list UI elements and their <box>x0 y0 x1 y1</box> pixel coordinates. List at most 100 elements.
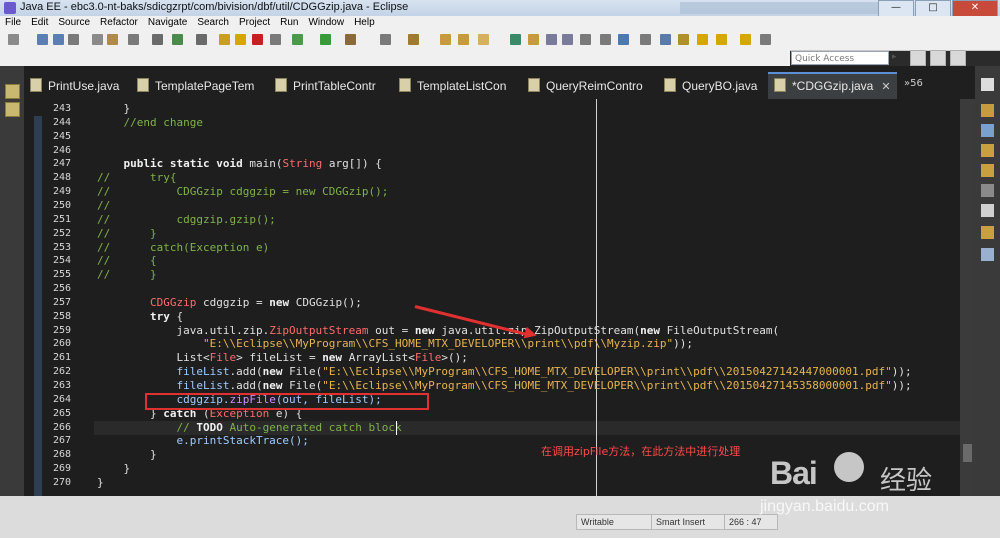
tab-close-icon[interactable]: ✕ <box>881 81 890 93</box>
history-icon[interactable] <box>660 34 671 45</box>
code-token: ZipOutputStream <box>269 323 369 337</box>
save-icon[interactable] <box>37 34 48 45</box>
refresh-icon[interactable] <box>172 34 183 45</box>
print-icon[interactable] <box>68 34 79 45</box>
servers-icon[interactable] <box>981 226 994 239</box>
new-package-icon[interactable] <box>408 34 419 45</box>
skip-breakpoints-icon[interactable] <box>92 34 103 45</box>
menu-navigate[interactable]: Navigate <box>143 16 192 28</box>
menu-window[interactable]: Window <box>303 16 349 28</box>
save-all-icon[interactable] <box>53 34 64 45</box>
menu-refactor[interactable]: Refactor <box>95 16 143 28</box>
menu-source[interactable]: Source <box>53 16 95 28</box>
search-tool-icon[interactable] <box>478 34 489 45</box>
javadoc-icon[interactable] <box>981 164 994 177</box>
open-perspective-icon[interactable] <box>910 50 926 66</box>
tab-printtablecontr[interactable]: PrintTableContr <box>275 74 376 99</box>
tool-icon[interactable] <box>640 34 651 45</box>
java-ee-perspective-icon[interactable] <box>930 50 946 66</box>
menu-search[interactable]: Search <box>192 16 234 28</box>
tab-printuse[interactable]: PrintUse.java <box>30 74 119 99</box>
annotate-icon[interactable] <box>528 34 539 45</box>
web-icon[interactable] <box>618 34 629 45</box>
menu-run[interactable]: Run <box>275 16 303 28</box>
server-icon[interactable] <box>380 34 391 45</box>
tab-templatelistcon[interactable]: TemplateListCon <box>399 74 506 99</box>
step-icon[interactable] <box>152 34 163 45</box>
code-token: "E:\\Eclipse\\MyProgram\\CFS_HOME_MTX_DE… <box>202 337 674 351</box>
resume-icon[interactable] <box>219 34 230 45</box>
code-token: )); <box>673 337 694 351</box>
right-trim-bar <box>975 66 1000 496</box>
block-icon[interactable] <box>580 34 591 45</box>
menu-project[interactable]: Project <box>234 16 275 28</box>
problems-icon[interactable] <box>981 144 994 157</box>
code-token: main( <box>249 157 283 171</box>
back-icon[interactable] <box>697 34 708 45</box>
line-number: 251 <box>52 213 71 225</box>
annotation-text: 在调用zipFile方法，在此方法中进行处理 <box>541 445 741 458</box>
code-token: java.util.zip. <box>97 323 270 337</box>
view-menu-icon[interactable] <box>981 78 994 91</box>
declaration-icon[interactable] <box>981 184 994 197</box>
new-icon[interactable] <box>8 34 19 45</box>
open-type-icon[interactable] <box>440 34 451 45</box>
console-icon[interactable] <box>981 204 994 217</box>
disconnect-icon[interactable] <box>270 34 281 45</box>
maximize-button[interactable]: □ <box>915 0 951 17</box>
last-edit-icon[interactable] <box>740 34 751 45</box>
java-perspective-icon[interactable] <box>950 50 966 66</box>
code-token: File <box>209 351 237 365</box>
outline-view-icon[interactable] <box>981 124 994 137</box>
close-button[interactable]: ✕ <box>952 0 998 17</box>
code-token: // try{ <box>97 171 177 185</box>
bookmark-icon[interactable] <box>678 34 689 45</box>
code-token: > fileList = <box>236 351 323 365</box>
menu-help[interactable]: Help <box>349 16 380 28</box>
mark-icon[interactable] <box>546 34 557 45</box>
nav-icon[interactable] <box>760 34 771 45</box>
code-token: try <box>149 309 170 323</box>
forward-icon[interactable] <box>716 34 727 45</box>
tab-overflow-button[interactable]: »56 <box>904 78 923 89</box>
code-token: arg[]) { <box>322 157 382 171</box>
code-token: cdggzip = <box>196 295 270 309</box>
code-line: // } <box>97 227 157 241</box>
package-explorer-icon[interactable] <box>5 84 20 99</box>
external-run-icon[interactable] <box>345 34 356 45</box>
code-token: new <box>269 295 296 309</box>
data-source-icon[interactable] <box>981 248 994 261</box>
code-token: new <box>322 351 349 365</box>
debug-icon[interactable] <box>292 34 303 45</box>
java-file-icon <box>528 78 540 92</box>
run-icon[interactable] <box>320 34 331 45</box>
menu-file[interactable]: File <box>0 16 26 28</box>
step-into-icon[interactable] <box>196 34 207 45</box>
suspend-icon[interactable] <box>235 34 246 45</box>
watermark-url: jingyan.baidu.com <box>760 498 889 515</box>
line-number: 245 <box>52 130 71 142</box>
build-icon[interactable] <box>107 34 118 45</box>
team-icon[interactable] <box>510 34 521 45</box>
open-task-icon[interactable] <box>458 34 469 45</box>
toggle-icon[interactable] <box>562 34 573 45</box>
code-token: public static void <box>123 157 250 171</box>
tab-querybo[interactable]: QueryBO.java <box>664 74 757 99</box>
tab-queryreimcontro[interactable]: QueryReimContro <box>528 74 643 99</box>
menu-bar: File Edit Source Refactor Navigate Search Proj… <box>0 16 1000 30</box>
code-line: } <box>97 102 130 116</box>
globe-icon[interactable] <box>600 34 611 45</box>
minimize-button[interactable]: — <box>878 0 914 17</box>
tab-cdggzip[interactable]: *CDGGzip.java ✕ <box>768 72 897 99</box>
task-list-icon[interactable] <box>981 104 994 117</box>
quick-access-arrow-icon[interactable]: ▸ <box>892 52 902 64</box>
terminate-icon[interactable] <box>252 34 263 45</box>
code-token: new <box>262 365 290 379</box>
menu-edit[interactable]: Edit <box>26 16 53 28</box>
outline-icon[interactable] <box>5 102 20 117</box>
watermark-brand: Bai <box>770 455 818 491</box>
quick-access-input[interactable]: Quick Access <box>791 51 889 65</box>
external-tools-icon[interactable] <box>128 34 139 45</box>
tab-templatepagetem[interactable]: TemplatePageTem <box>137 74 254 99</box>
